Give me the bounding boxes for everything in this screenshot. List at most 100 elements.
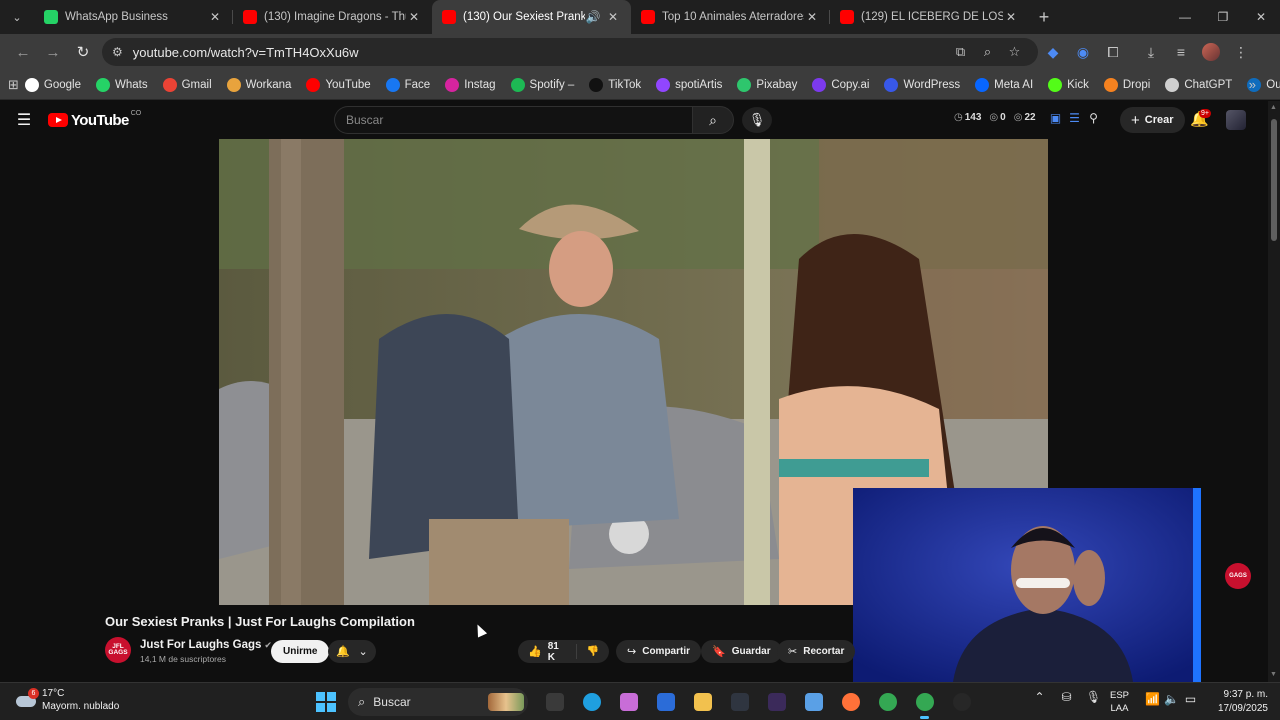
more-bookmarks-icon[interactable]: » bbox=[1249, 77, 1256, 92]
bookmark-item[interactable]: Instag bbox=[439, 77, 504, 92]
bookmark-item[interactable]: Workana bbox=[221, 77, 301, 92]
close-icon[interactable]: ✕ bbox=[1003, 10, 1019, 24]
close-window-icon[interactable]: ✕ bbox=[1242, 0, 1280, 34]
profile-avatar[interactable] bbox=[1196, 37, 1226, 67]
browser-menu-icon[interactable]: ⋮ bbox=[1226, 37, 1256, 67]
bookmark-item[interactable]: Copy.ai bbox=[806, 77, 878, 92]
youtube-logo[interactable]: YouTube CO bbox=[48, 110, 141, 129]
taskbar-app[interactable] bbox=[906, 688, 943, 719]
taskbar-app[interactable] bbox=[943, 688, 980, 716]
extension-tag-icon[interactable]: ◆ bbox=[1038, 37, 1068, 67]
taskbar-app[interactable] bbox=[721, 688, 758, 716]
start-button[interactable] bbox=[316, 692, 336, 712]
bookmark-item[interactable]: Whats bbox=[90, 77, 157, 92]
tab-iceberg[interactable]: (129) EL ICEBERG DE LOS ACCI ✕ bbox=[830, 0, 1029, 34]
volume-icon: 🔈 bbox=[1164, 692, 1179, 706]
new-tab-button[interactable]: + bbox=[1029, 7, 1059, 28]
bookmark-item[interactable]: Spotify – bbox=[505, 77, 584, 92]
join-button[interactable]: Unirme bbox=[271, 640, 330, 663]
bookmark-item[interactable]: TikTok bbox=[583, 77, 650, 92]
input-language[interactable]: ESP LAA bbox=[1110, 689, 1129, 715]
minimize-icon[interactable]: — bbox=[1166, 0, 1204, 34]
media-control-icon[interactable]: ≡ bbox=[1166, 37, 1196, 67]
taskbar-search[interactable]: ⌕ Buscar bbox=[348, 688, 528, 716]
like-button[interactable]: 👍 81 K bbox=[518, 641, 577, 663]
extension-list-icon[interactable]: ☰ bbox=[1065, 111, 1084, 125]
taskbar-app[interactable] bbox=[610, 688, 647, 716]
tab-top-10-animales[interactable]: Top 10 Animales Aterradores Q ✕ bbox=[631, 0, 830, 34]
reload-button[interactable]: ↻ bbox=[68, 37, 98, 67]
bookmark-item[interactable]: spotiArtis bbox=[650, 77, 731, 92]
bookmark-item[interactable]: Kick bbox=[1042, 77, 1098, 92]
taskbar-app[interactable] bbox=[758, 688, 795, 716]
tab-title: Top 10 Animales Aterradores Q bbox=[662, 11, 804, 23]
extension-stats[interactable]: ◷ 143 ◎ 0 ◎ 22 bbox=[954, 112, 1044, 123]
tray-app-icon[interactable]: ⛁ bbox=[1053, 690, 1080, 704]
extension-circle-icon[interactable]: ◉ bbox=[1068, 37, 1098, 67]
bookmark-item[interactable]: Face bbox=[380, 77, 440, 92]
bookmark-item[interactable]: WordPress bbox=[878, 77, 969, 92]
dislike-button[interactable]: 👎 bbox=[577, 646, 609, 657]
tab-imagine-dragons[interactable]: (130) Imagine Dragons - Thund ✕ bbox=[233, 0, 432, 34]
bookmark-item[interactable]: Dropi bbox=[1098, 77, 1159, 92]
close-icon[interactable]: ✕ bbox=[207, 10, 223, 24]
tab-search-chevron-icon[interactable]: ⌄ bbox=[0, 0, 34, 34]
search-input[interactable]: Buscar bbox=[334, 106, 692, 134]
close-icon[interactable]: ✕ bbox=[605, 10, 621, 24]
close-icon[interactable]: ✕ bbox=[804, 10, 820, 24]
create-button[interactable]: + Crear bbox=[1120, 107, 1185, 133]
clock[interactable]: 9:37 p. m. 17/09/2025 bbox=[1212, 688, 1268, 716]
taskbar-app[interactable] bbox=[647, 688, 684, 716]
bookmark-item[interactable]: Pixabay bbox=[731, 77, 806, 92]
share-button[interactable]: ↪ Compartir bbox=[616, 640, 702, 663]
zoom-icon[interactable]: ⌕ bbox=[974, 44, 1001, 60]
forward-button[interactable]: → bbox=[38, 37, 68, 67]
extension-pin-icon[interactable]: ⚲ bbox=[1084, 111, 1103, 125]
channel-watermark[interactable]: GAGS bbox=[1225, 563, 1251, 589]
quick-settings[interactable]: 📶 🔈 ▭ bbox=[1143, 692, 1200, 706]
taskbar-app[interactable] bbox=[869, 688, 906, 716]
voice-search-button[interactable]: 🎙 bbox=[742, 107, 772, 133]
chevron-up-icon[interactable]: ⌃ bbox=[1026, 690, 1053, 704]
site-info-icon[interactable]: ⚙ bbox=[112, 45, 123, 59]
taskbar-app[interactable] bbox=[684, 688, 721, 716]
taskbar-app[interactable] bbox=[573, 688, 610, 716]
avatar[interactable] bbox=[1226, 110, 1246, 130]
save-button[interactable]: 🔖 Guardar bbox=[701, 640, 782, 663]
tab-our-sexiest-pranks[interactable]: (130) Our Sexiest Pranks | Ju 🔊 ✕ bbox=[432, 0, 631, 34]
bookmark-item[interactable]: ChatGPT bbox=[1159, 77, 1241, 92]
hamburger-menu-icon[interactable]: ☰ bbox=[0, 110, 48, 130]
scroll-down-icon[interactable]: ▼ bbox=[1270, 671, 1277, 678]
downloads-icon[interactable]: ⤓ bbox=[1136, 37, 1166, 67]
search-button[interactable]: ⌕ bbox=[692, 106, 734, 134]
bookmark-item[interactable]: YouTube bbox=[300, 77, 379, 92]
bookmark-item[interactable]: Meta AI bbox=[969, 77, 1042, 92]
install-app-icon[interactable]: ⧉ bbox=[947, 44, 974, 60]
speaker-icon[interactable]: 🔊 bbox=[585, 10, 601, 24]
clip-button[interactable]: ✂ Recortar bbox=[777, 640, 856, 663]
address-bar[interactable]: ⚙ youtube.com/watch?v=TmTH4OxXu6w ⧉ ⌕ ☆ bbox=[102, 38, 1038, 66]
url-text[interactable]: youtube.com/watch?v=TmTH4OxXu6w bbox=[133, 45, 947, 60]
bookmark-item[interactable]: Google bbox=[19, 77, 90, 92]
weather-widget[interactable]: 6 17°C Mayorm. nublado bbox=[14, 687, 119, 713]
subscription-bell-button[interactable]: 🔔 ⌄ bbox=[328, 640, 376, 663]
taskbar-app[interactable] bbox=[795, 688, 832, 716]
tab-whatsapp-business[interactable]: WhatsApp Business ✕ bbox=[34, 0, 233, 34]
taskbar-app[interactable] bbox=[832, 688, 869, 716]
apps-grid-icon[interactable]: ⊞ bbox=[8, 77, 19, 93]
back-button[interactable]: ← bbox=[8, 37, 38, 67]
channel-avatar[interactable]: JFL GAGS bbox=[105, 637, 131, 663]
extensions-puzzle-icon[interactable]: ⧠ bbox=[1098, 37, 1128, 67]
restore-icon[interactable]: ❐ bbox=[1204, 0, 1242, 34]
channel-name[interactable]: Just For Laughs Gags ✔ bbox=[140, 639, 272, 651]
page-scrollbar[interactable]: ▲ ▼ bbox=[1268, 101, 1280, 682]
scroll-thumb[interactable] bbox=[1271, 119, 1277, 241]
bookmark-item[interactable]: Gmail bbox=[157, 77, 221, 92]
bookmark-item[interactable]: Outlook bbox=[1241, 77, 1280, 92]
scroll-up-icon[interactable]: ▲ bbox=[1270, 104, 1277, 111]
extension-blue-icon[interactable]: ▣ bbox=[1046, 111, 1065, 125]
bookmark-star-icon[interactable]: ☆ bbox=[1001, 44, 1028, 60]
taskbar-app[interactable] bbox=[536, 688, 573, 716]
close-icon[interactable]: ✕ bbox=[406, 10, 422, 24]
microphone-icon[interactable]: 🎙 bbox=[1080, 690, 1107, 704]
